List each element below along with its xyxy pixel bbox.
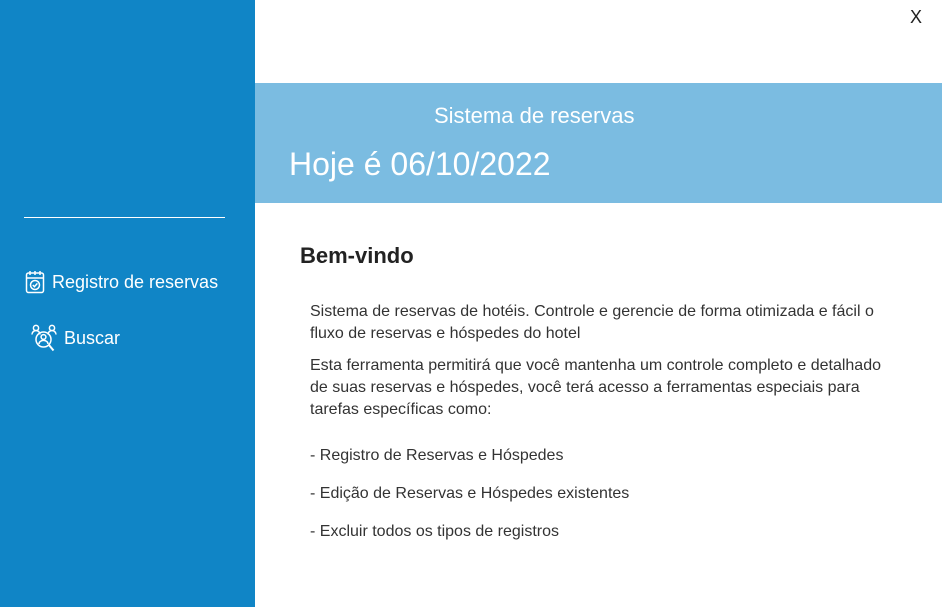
sidebar-item-label: Registro de reservas bbox=[52, 271, 219, 292]
current-date: Hoje é 06/10/2022 bbox=[289, 146, 551, 182]
sidebar-item-registro-de-reservas[interactable]: Registro de reservas bbox=[24, 268, 218, 296]
calendar-check-icon bbox=[24, 269, 46, 295]
main-content: Bem-vindo Sistema de reservas de hotéis.… bbox=[255, 203, 942, 607]
sidebar-item-buscar[interactable]: Buscar bbox=[30, 322, 120, 354]
system-title: Sistema de reservas bbox=[434, 103, 635, 128]
app-window: Registro de reservas Buscar X Sistema de… bbox=[0, 0, 942, 607]
close-button[interactable]: X bbox=[910, 7, 922, 27]
sidebar-divider bbox=[24, 217, 225, 218]
feature-item: - Edição de Reservas e Hóspedes existent… bbox=[310, 485, 630, 502]
sidebar: Registro de reservas Buscar bbox=[0, 0, 255, 607]
users-search-icon bbox=[30, 322, 58, 354]
feature-item: - Excluir todos os tipos de registros bbox=[310, 523, 559, 540]
description-paragraph: Esta ferramenta permitirá que você mante… bbox=[310, 357, 881, 418]
header-banner: Sistema de reservas Hoje é 06/10/2022 bbox=[255, 83, 942, 203]
sidebar-item-label: Buscar bbox=[64, 327, 121, 348]
feature-item: - Registro de Reservas e Hóspedes bbox=[310, 447, 564, 464]
welcome-heading: Bem-vindo bbox=[300, 243, 414, 268]
description-paragraph: Sistema de reservas de hotéis. Controle … bbox=[310, 303, 874, 342]
